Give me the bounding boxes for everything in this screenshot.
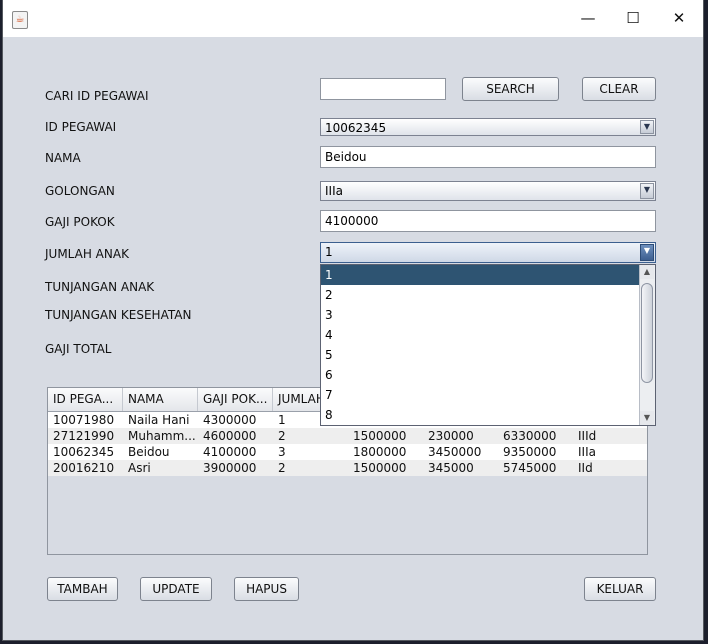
jumlah-anak-label: JUMLAH ANAK (45, 247, 129, 261)
nama-field[interactable]: Beidou (320, 146, 656, 168)
table-cell: IId (578, 461, 593, 475)
table-cell: IIIa (578, 445, 596, 459)
dropdown-option[interactable]: 2 (321, 285, 639, 305)
chevron-down-icon[interactable]: ▼ (640, 120, 654, 134)
id-pegawai-combo[interactable]: 10062345 ▼ (320, 118, 656, 136)
table-cell: 345000 (428, 461, 474, 475)
table-cell: 27121990 (53, 429, 115, 443)
table-cell: 2 (278, 461, 286, 475)
dropdown-option[interactable]: 4 (321, 325, 639, 345)
table-cell: 5745000 (503, 461, 557, 475)
table-cell: 4300000 (203, 413, 257, 427)
jumlah-anak-value: 1 (325, 245, 333, 259)
title-bar: ☕ — ☐ ✕ (3, 0, 703, 37)
table-cell: 3 (278, 445, 286, 459)
dropdown-scrollbar[interactable]: ▲ ▼ (639, 265, 655, 425)
column-header-id[interactable]: ID PEGA... (48, 388, 123, 411)
table-cell: 20016210 (53, 461, 115, 475)
table-cell: 3450000 (428, 445, 482, 459)
nama-label: NAMA (45, 151, 81, 165)
close-button[interactable]: ✕ (656, 0, 702, 37)
table-cell: 10062345 (53, 445, 115, 459)
scrollbar-thumb[interactable] (641, 283, 653, 383)
column-header-gaji-pokok[interactable]: GAJI POK... (198, 388, 273, 411)
jumlah-anak-dropdown-list[interactable]: 1 2 3 4 5 6 7 8 ▲ ▼ (320, 264, 656, 426)
java-app-icon: ☕ (12, 11, 28, 29)
table-cell: 2 (278, 429, 286, 443)
search-input[interactable] (320, 78, 446, 100)
golongan-value: IIIa (325, 184, 343, 198)
dropdown-option[interactable]: 3 (321, 305, 639, 325)
table-cell: 6330000 (503, 429, 557, 443)
table-cell: 4600000 (203, 429, 257, 443)
table-cell: 1500000 (353, 429, 407, 443)
table-row[interactable]: 10062345 Beidou 4100000 3 1800000 345000… (48, 444, 647, 460)
hapus-button[interactable]: HAPUS (234, 577, 299, 601)
table-row[interactable]: 20016210 Asri 3900000 2 1500000 345000 5… (48, 460, 647, 476)
table-cell: 3900000 (203, 461, 257, 475)
table-cell: 1500000 (353, 461, 407, 475)
chevron-down-icon[interactable]: ▼ (640, 183, 654, 199)
column-header-nama[interactable]: NAMA (123, 388, 198, 411)
maximize-button[interactable]: ☐ (610, 0, 656, 37)
table-cell: 230000 (428, 429, 474, 443)
tunjangan-anak-label: TUNJANGAN ANAK (45, 280, 155, 294)
tunjangan-kesehatan-label: TUNJANGAN KESEHATAN (45, 308, 192, 322)
table-cell: Asri (128, 461, 151, 475)
scroll-up-icon[interactable]: ▲ (640, 265, 654, 279)
table-cell: 10071980 (53, 413, 115, 427)
dropdown-option[interactable]: 8 (321, 405, 639, 425)
minimize-button[interactable]: — (565, 0, 611, 37)
dropdown-option[interactable]: 1 (321, 265, 639, 285)
table-cell: Beidou (128, 445, 170, 459)
table-cell: IIId (578, 429, 597, 443)
search-button[interactable]: SEARCH (462, 77, 559, 101)
clear-button[interactable]: CLEAR (582, 77, 656, 101)
dropdown-option[interactable]: 6 (321, 365, 639, 385)
table-cell: Naila Hani (128, 413, 190, 427)
table-cell: Muhamm... (128, 429, 196, 443)
golongan-label: GOLONGAN (45, 184, 115, 198)
id-pegawai-label: ID PEGAWAI (45, 120, 117, 134)
chevron-down-icon[interactable]: ▼ (640, 244, 654, 261)
table-cell: 9350000 (503, 445, 557, 459)
gaji-pokok-field[interactable]: 4100000 (320, 210, 656, 232)
table-cell: 1800000 (353, 445, 407, 459)
update-button[interactable]: UPDATE (140, 577, 212, 601)
scroll-down-icon[interactable]: ▼ (640, 411, 654, 425)
application-window: ☕ — ☐ ✕ CARI ID PEGAWAI SEARCH CLEAR ID … (3, 0, 703, 640)
id-pegawai-value: 10062345 (325, 121, 387, 135)
dropdown-option[interactable]: 5 (321, 345, 639, 365)
cari-id-label: CARI ID PEGAWAI (45, 89, 149, 103)
keluar-button[interactable]: KELUAR (584, 577, 656, 601)
table-cell: 4100000 (203, 445, 257, 459)
golongan-combo[interactable]: IIIa ▼ (320, 181, 656, 201)
gaji-pokok-label: GAJI POKOK (45, 215, 115, 229)
tambah-button[interactable]: TAMBAH (47, 577, 118, 601)
jumlah-anak-combo[interactable]: 1 ▼ (320, 242, 656, 263)
gaji-total-label: GAJI TOTAL (45, 342, 112, 356)
dropdown-option[interactable]: 7 (321, 385, 639, 405)
table-row[interactable]: 27121990 Muhamm... 4600000 2 1500000 230… (48, 428, 647, 444)
